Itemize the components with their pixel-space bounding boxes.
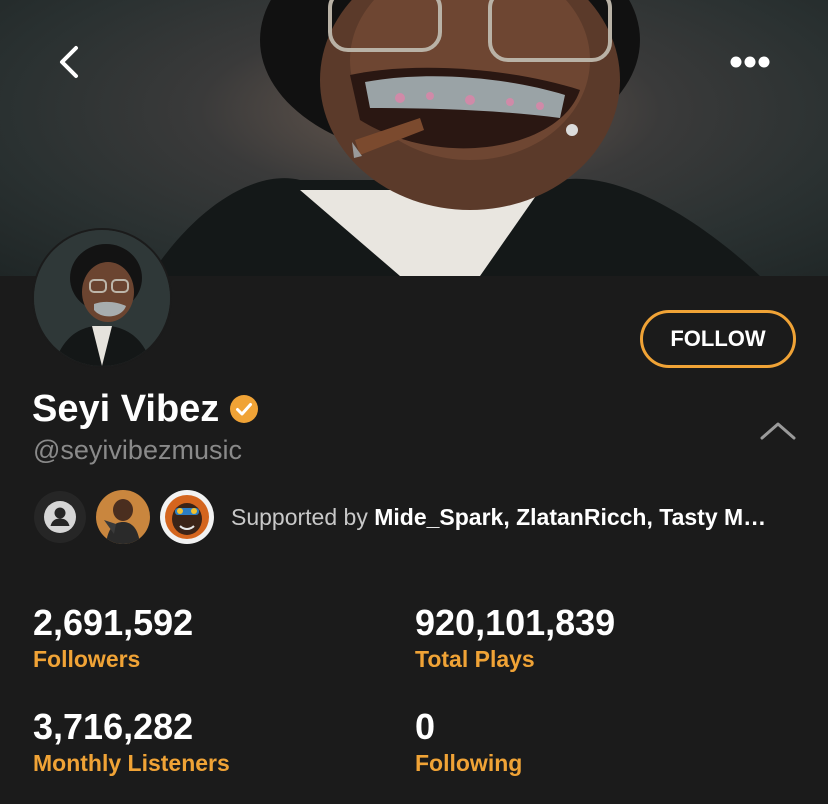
supported-by-label: Supported by bbox=[231, 503, 375, 530]
back-button[interactable] bbox=[44, 38, 92, 86]
supported-by-text: Supported by Mide_Spark, ZlatanRicch, Ta… bbox=[231, 504, 773, 531]
stat-value: 920,101,839 bbox=[415, 602, 616, 643]
stat-total-plays: 920,101,839 Total Plays bbox=[415, 602, 615, 674]
stat-label: Following bbox=[415, 750, 523, 776]
more-horizontal-icon bbox=[730, 56, 770, 68]
supporters-icon-circle bbox=[34, 491, 86, 543]
stat-value: 0 bbox=[415, 706, 436, 747]
user-icon bbox=[44, 501, 76, 533]
stat-label: Followers bbox=[33, 646, 141, 672]
stat-monthly-listeners: 3,716,282 Monthly Listeners bbox=[33, 706, 230, 778]
supporter-avatar[interactable] bbox=[96, 490, 150, 544]
supporters-row[interactable]: Supported by Mide_Spark, ZlatanRicch, Ta… bbox=[34, 488, 794, 546]
follow-button[interactable]: FOLLOW bbox=[640, 310, 796, 368]
supporter-names[interactable]: Mide_Spark, ZlatanRicch, Tasty M… bbox=[374, 504, 766, 530]
supporter-avatar[interactable] bbox=[160, 490, 214, 544]
stat-value: 2,691,592 bbox=[33, 602, 194, 643]
more-options-button[interactable] bbox=[720, 44, 780, 80]
follow-button-label: FOLLOW bbox=[670, 326, 766, 351]
stat-following[interactable]: 0 Following bbox=[415, 706, 522, 778]
stat-label: Total Plays bbox=[415, 646, 535, 672]
artist-name-row: Seyi Vibez bbox=[32, 386, 259, 432]
stat-label: Monthly Listeners bbox=[33, 750, 230, 776]
artist-avatar bbox=[32, 228, 172, 368]
collapse-button[interactable] bbox=[756, 416, 800, 446]
chevron-left-icon bbox=[60, 46, 78, 78]
chevron-up-icon bbox=[760, 422, 796, 440]
artist-handle: @seyivibezmusic bbox=[33, 435, 242, 465]
stat-value: 3,716,282 bbox=[33, 706, 194, 747]
artist-name: Seyi Vibez bbox=[32, 388, 220, 430]
stat-followers[interactable]: 2,691,592 Followers bbox=[33, 602, 193, 674]
verified-badge-icon bbox=[230, 395, 259, 423]
